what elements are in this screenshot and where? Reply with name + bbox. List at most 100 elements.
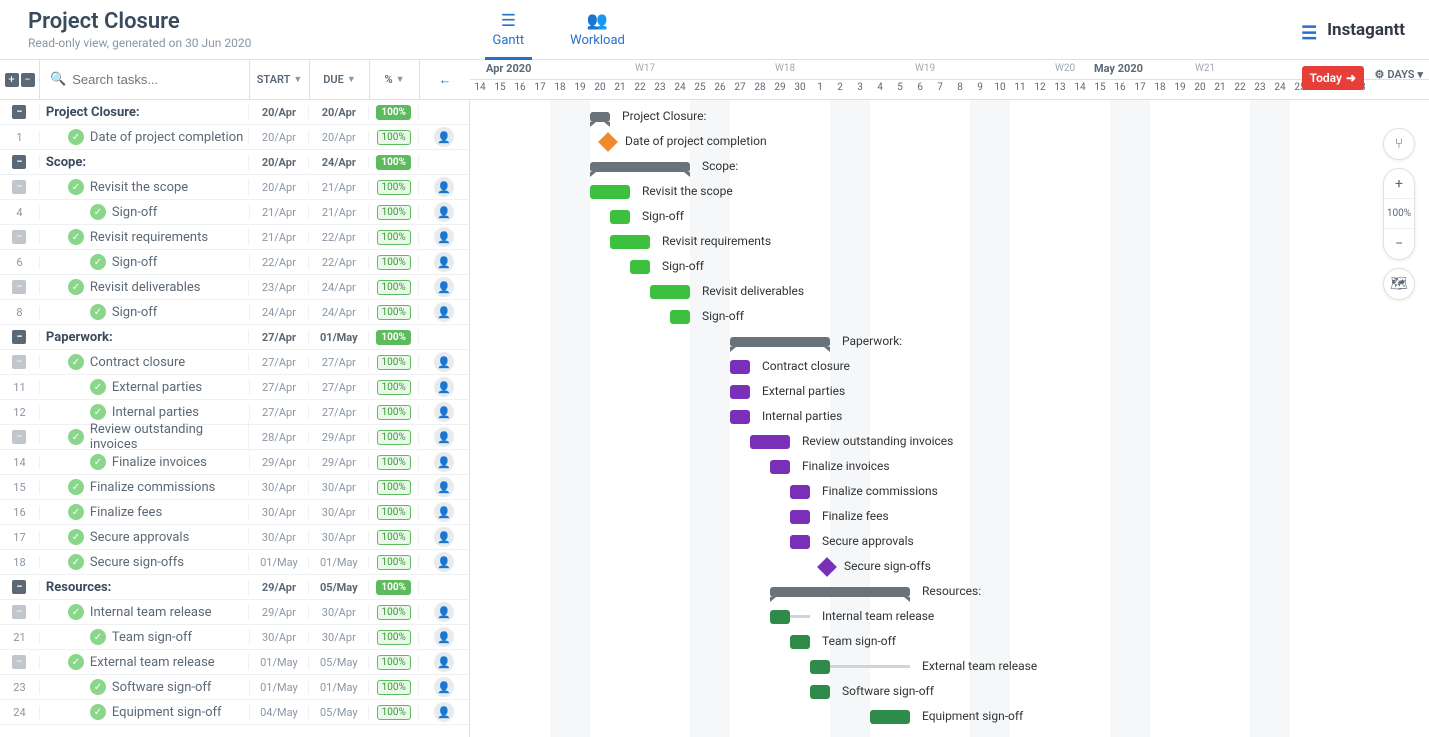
task-bar[interactable]: [630, 260, 650, 274]
collapse-toggle[interactable]: −: [12, 355, 26, 369]
collapse-toggle[interactable]: −: [12, 330, 26, 344]
assignee-avatar[interactable]: 👤: [434, 502, 454, 522]
collapse-toggle[interactable]: −: [12, 655, 26, 669]
expand-all-button[interactable]: +: [5, 73, 19, 87]
minimap-button[interactable]: 🗺: [1383, 268, 1415, 300]
zoom-out-button[interactable]: −: [1383, 229, 1415, 259]
assignee-avatar[interactable]: 👤: [434, 302, 454, 322]
milestone[interactable]: [598, 132, 618, 152]
task-bar[interactable]: [650, 285, 690, 299]
assignee-avatar[interactable]: 👤: [434, 677, 454, 697]
assignee-avatar[interactable]: 👤: [434, 227, 454, 247]
task-row[interactable]: 18✓Secure sign-offs01/May01/May100%👤: [0, 550, 469, 575]
task-bar[interactable]: [790, 535, 810, 549]
collapse-toggle[interactable]: −: [12, 230, 26, 244]
task-row[interactable]: −Resources:29/Apr05/May100%: [0, 575, 469, 600]
task-bar[interactable]: [610, 210, 630, 224]
assignee-avatar[interactable]: 👤: [434, 627, 454, 647]
task-row[interactable]: −✓Revisit the scope20/Apr21/Apr100%👤: [0, 175, 469, 200]
task-row[interactable]: −✓Review outstanding invoices28/Apr29/Ap…: [0, 425, 469, 450]
assignee-avatar[interactable]: 👤: [434, 377, 454, 397]
task-bar[interactable]: [750, 435, 790, 449]
task-bar[interactable]: [590, 185, 630, 199]
collapse-toggle[interactable]: −: [12, 430, 26, 444]
task-bar[interactable]: [790, 485, 810, 499]
section-bar[interactable]: [590, 112, 610, 122]
task-row[interactable]: −Project Closure:20/Apr20/Apr100%: [0, 100, 469, 125]
dependencies-button[interactable]: ⑂: [1383, 128, 1415, 160]
zoom-level[interactable]: 100%: [1383, 199, 1415, 229]
tab-workload[interactable]: 👥 Workload: [562, 0, 633, 60]
assignee-avatar[interactable]: 👤: [434, 702, 454, 722]
task-row[interactable]: −✓Revisit requirements21/Apr22/Apr100%👤: [0, 225, 469, 250]
task-bar[interactable]: [730, 385, 750, 399]
tab-gantt[interactable]: ☰ Gantt: [485, 0, 533, 60]
task-row[interactable]: 1✓Date of project completion20/Apr20/Apr…: [0, 125, 469, 150]
section-bar[interactable]: [730, 337, 830, 347]
collapse-toggle[interactable]: −: [12, 580, 26, 594]
col-header-due[interactable]: DUE▼: [310, 60, 370, 99]
assignee-avatar[interactable]: 👤: [434, 477, 454, 497]
task-row[interactable]: −Scope:20/Apr24/Apr100%: [0, 150, 469, 175]
gear-icon: ⚙: [1374, 68, 1384, 81]
task-bar[interactable]: [790, 635, 810, 649]
task-bar[interactable]: [870, 710, 910, 724]
task-row[interactable]: 17✓Secure approvals30/Apr30/Apr100%👤: [0, 525, 469, 550]
task-row[interactable]: 4✓Sign-off21/Apr21/Apr100%👤: [0, 200, 469, 225]
collapse-toggle[interactable]: −: [12, 180, 26, 194]
col-header-start[interactable]: START▼: [250, 60, 310, 99]
task-bar[interactable]: [810, 685, 830, 699]
scale-selector[interactable]: ⚙ DAYS ▾: [1374, 68, 1423, 81]
task-row[interactable]: −✓External team release01/May05/May100%👤: [0, 650, 469, 675]
assignee-avatar[interactable]: 👤: [434, 652, 454, 672]
collapse-toggle[interactable]: −: [12, 605, 26, 619]
collapse-toggle[interactable]: −: [12, 155, 26, 169]
task-row[interactable]: −✓Revisit deliverables23/Apr24/Apr100%👤: [0, 275, 469, 300]
collapse-all-button[interactable]: −: [21, 73, 35, 87]
task-bar[interactable]: [610, 235, 650, 249]
task-row[interactable]: 15✓Finalize commissions30/Apr30/Apr100%👤: [0, 475, 469, 500]
task-row[interactable]: 23✓Software sign-off01/May01/May100%👤: [0, 675, 469, 700]
assignee-avatar[interactable]: 👤: [434, 427, 454, 447]
task-row[interactable]: 21✓Team sign-off30/Apr30/Apr100%👤: [0, 625, 469, 650]
task-row[interactable]: 8✓Sign-off24/Apr24/Apr100%👤: [0, 300, 469, 325]
task-bar[interactable]: [770, 610, 790, 624]
task-row[interactable]: 24✓Equipment sign-off04/May05/May100%👤: [0, 700, 469, 725]
task-bar[interactable]: [730, 360, 750, 374]
assignee-avatar[interactable]: 👤: [434, 602, 454, 622]
section-bar[interactable]: [590, 162, 690, 172]
assignee-avatar[interactable]: 👤: [434, 452, 454, 472]
task-bar[interactable]: [730, 410, 750, 424]
task-row[interactable]: 6✓Sign-off22/Apr22/Apr100%👤: [0, 250, 469, 275]
zoom-in-button[interactable]: +: [1383, 169, 1415, 199]
task-row[interactable]: 11✓External parties27/Apr27/Apr100%👤: [0, 375, 469, 400]
task-row[interactable]: −✓Internal team release29/Apr30/Apr100%👤: [0, 600, 469, 625]
progress-badge: 100%: [377, 180, 411, 195]
task-bar[interactable]: [770, 460, 790, 474]
gantt-chart[interactable]: Project Closure:Date of project completi…: [470, 100, 1429, 737]
collapse-panel-button[interactable]: ←: [420, 60, 470, 99]
task-row[interactable]: −✓Contract closure27/Apr27/Apr100%👤: [0, 350, 469, 375]
assignee-avatar[interactable]: 👤: [434, 352, 454, 372]
assignee-avatar[interactable]: 👤: [434, 552, 454, 572]
section-bar[interactable]: [770, 587, 910, 597]
task-bar[interactable]: [670, 310, 690, 324]
task-row[interactable]: 14✓Finalize invoices29/Apr29/Apr100%👤: [0, 450, 469, 475]
task-row[interactable]: −Paperwork:27/Apr01/May100%: [0, 325, 469, 350]
assignee-avatar[interactable]: 👤: [434, 402, 454, 422]
assignee-avatar[interactable]: 👤: [434, 277, 454, 297]
milestone[interactable]: [817, 557, 837, 577]
col-header-pct[interactable]: %▼: [370, 60, 420, 99]
assignee-avatar[interactable]: 👤: [434, 527, 454, 547]
task-row[interactable]: 16✓Finalize fees30/Apr30/Apr100%👤: [0, 500, 469, 525]
assignee-avatar[interactable]: 👤: [434, 252, 454, 272]
assignee-avatar[interactable]: 👤: [434, 127, 454, 147]
task-bar[interactable]: [810, 660, 830, 674]
today-button[interactable]: Today ➜: [1302, 66, 1364, 90]
assignee-avatar[interactable]: 👤: [434, 177, 454, 197]
collapse-toggle[interactable]: −: [12, 280, 26, 294]
collapse-toggle[interactable]: −: [12, 105, 26, 119]
assignee-avatar[interactable]: 👤: [434, 202, 454, 222]
task-bar[interactable]: [790, 510, 810, 524]
search-input[interactable]: [72, 72, 248, 87]
